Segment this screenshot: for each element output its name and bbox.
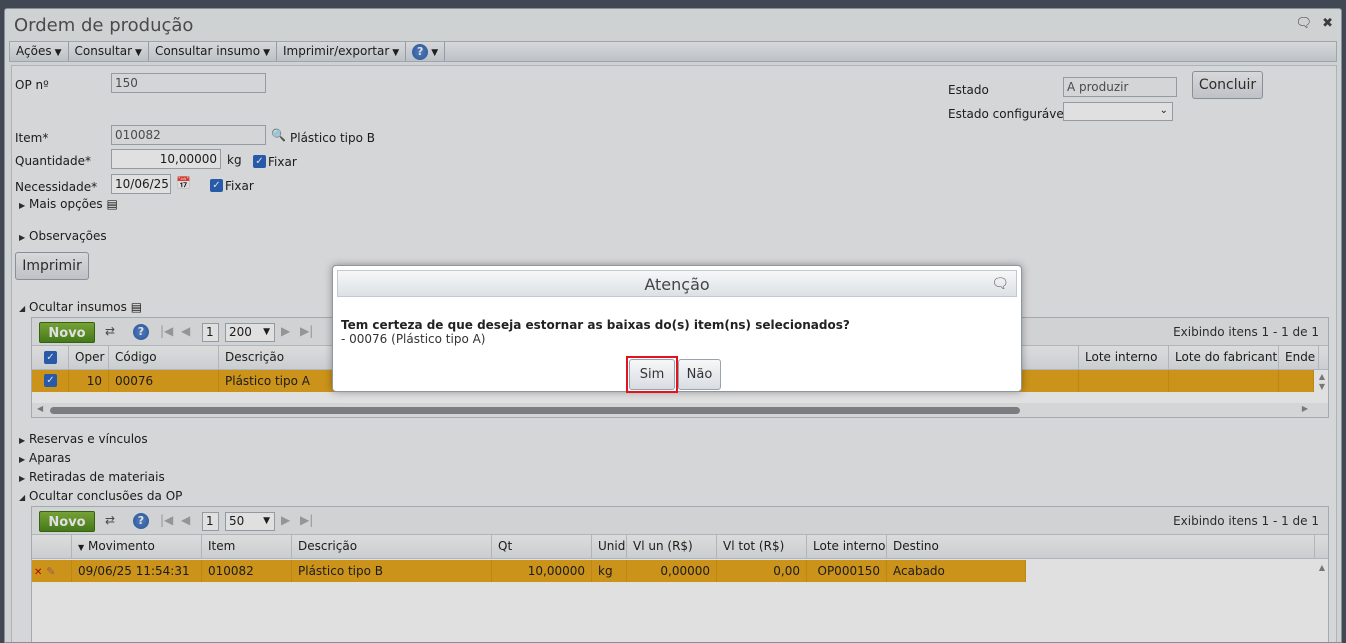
dialog-title: Atenção — [644, 275, 710, 294]
dialog-question: Tem certeza de que deseja estornar as ba… — [341, 318, 850, 332]
comment-icon[interactable]: 🗨 — [991, 271, 1009, 298]
dialog-header: Atenção 🗨 — [337, 270, 1017, 297]
dialog-detail: - 00076 (Plástico tipo A) — [341, 332, 486, 346]
confirm-dialog: Atenção 🗨 Tem certeza de que deseja esto… — [332, 265, 1022, 393]
no-button[interactable]: Não — [678, 359, 721, 390]
yes-button-highlight — [626, 356, 678, 393]
